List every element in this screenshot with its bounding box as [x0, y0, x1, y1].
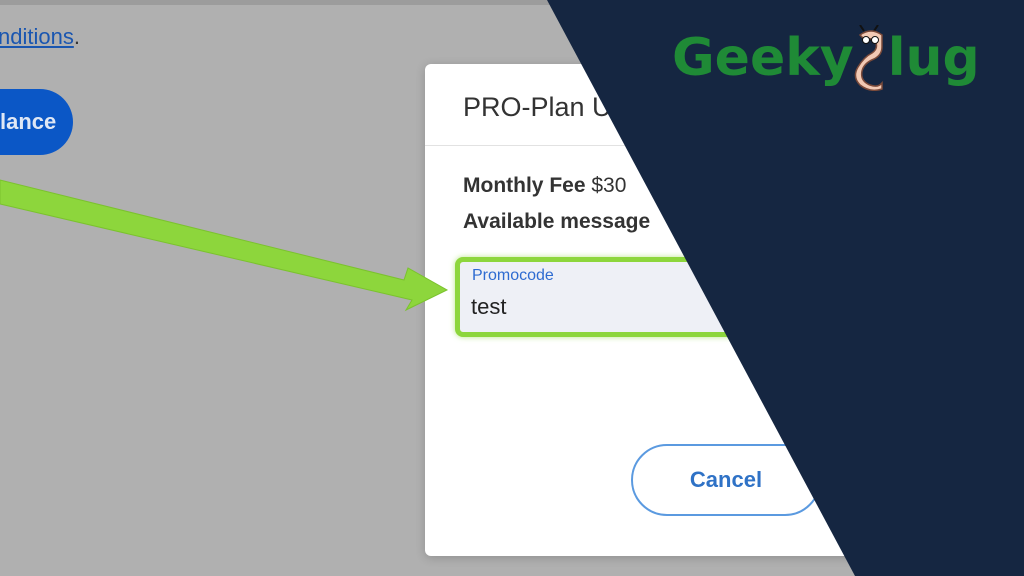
- logo-text-right: lug: [887, 28, 980, 88]
- geekyslug-logo: Geeky lug: [672, 22, 980, 94]
- logo-text-left: Geeky: [672, 28, 854, 88]
- slug-mascot-icon: [854, 25, 883, 91]
